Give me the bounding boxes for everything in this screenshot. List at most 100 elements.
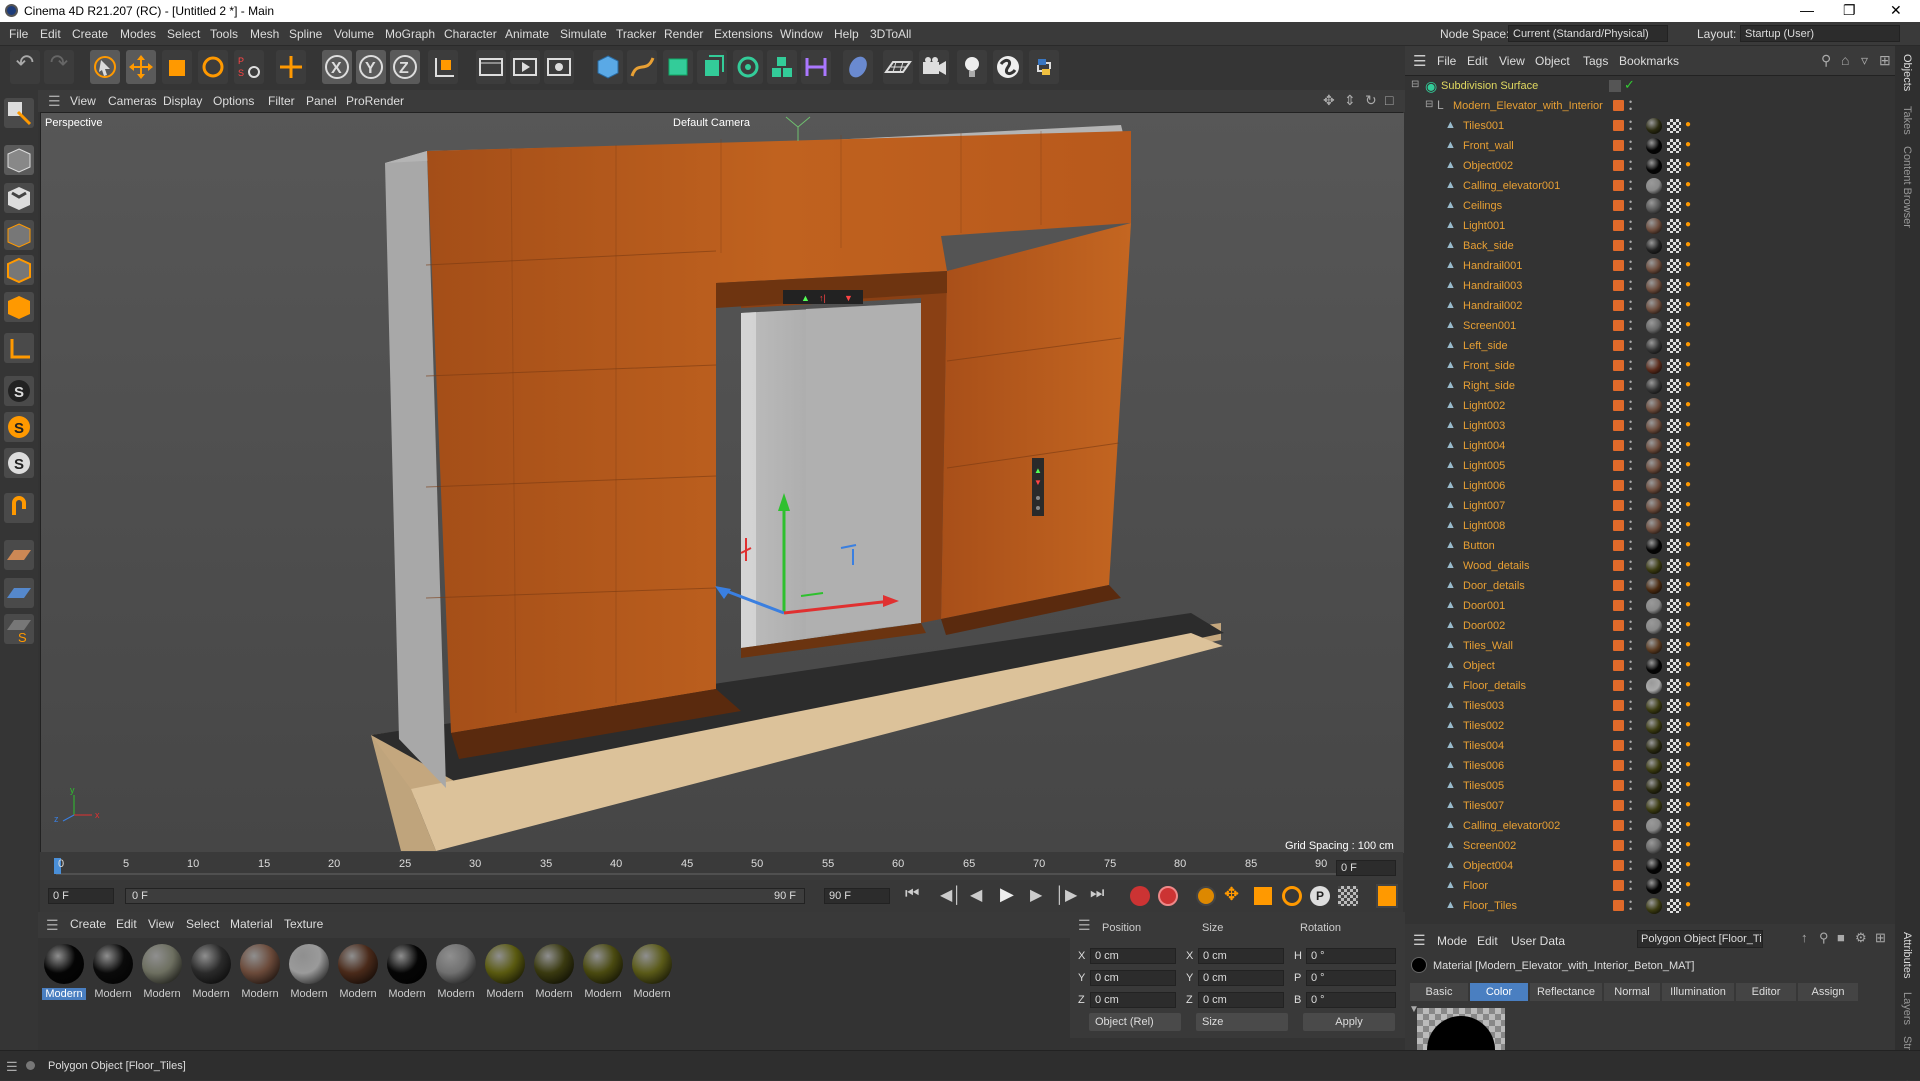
attr-search-icon[interactable]: ⚲ — [1819, 930, 1829, 946]
root-enabled-icon[interactable]: ✓ — [1624, 77, 1635, 93]
object-row[interactable]: ▲ Left_side • • ● — [1405, 336, 1895, 356]
material-swatch[interactable]: Modern — [238, 944, 282, 1006]
material-menu-material[interactable]: Material — [230, 917, 273, 931]
attr-tab-illumination[interactable]: Illumination — [1662, 983, 1734, 1001]
layer-tag[interactable] — [1613, 560, 1624, 571]
phong-tag-icon[interactable]: ● — [1685, 219, 1697, 233]
menu-animate[interactable]: Animate — [505, 27, 549, 41]
make-editable-icon[interactable] — [4, 98, 34, 128]
material-tag-icon[interactable] — [1646, 138, 1662, 154]
object-row[interactable]: ▲ Door002 • • ● — [1405, 616, 1895, 636]
layer-tag[interactable] — [1613, 840, 1624, 851]
layer-tag[interactable] — [1613, 320, 1624, 331]
object-row[interactable]: ▲ Floor • • ● — [1405, 876, 1895, 896]
key-pla-icon[interactable] — [1338, 886, 1358, 906]
visibility-dots[interactable]: • • — [1629, 218, 1635, 234]
phong-tag-icon[interactable]: ● — [1685, 399, 1697, 413]
coord-mode-select[interactable]: Object (Rel) — [1089, 1013, 1181, 1031]
rotation-field[interactable]: 0 ° — [1306, 970, 1396, 986]
material-tag-icon[interactable] — [1646, 358, 1662, 374]
layer-tag[interactable] — [1613, 620, 1624, 631]
visibility-dots[interactable]: • • — [1629, 558, 1635, 574]
cube-icon[interactable] — [593, 50, 623, 84]
menu-tools[interactable]: Tools — [210, 27, 238, 41]
z-axis-lock-icon[interactable]: Z — [390, 50, 420, 84]
layout-select[interactable]: Startup (User) — [1740, 25, 1900, 42]
phong-tag-icon[interactable]: ● — [1685, 899, 1697, 913]
uvw-tag-icon[interactable] — [1667, 259, 1681, 273]
material-tag-icon[interactable] — [1646, 118, 1662, 134]
material-tag-icon[interactable] — [1646, 318, 1662, 334]
phong-tag-icon[interactable]: ● — [1685, 799, 1697, 813]
uvw-tag-icon[interactable] — [1667, 839, 1681, 853]
material-swatch[interactable]: Modern — [385, 944, 429, 1006]
uvw-tag-icon[interactable] — [1667, 359, 1681, 373]
group-expand-icon[interactable]: ⊟ — [1425, 99, 1433, 110]
layer-tag[interactable] — [1613, 440, 1624, 451]
timeline-window-icon[interactable] — [1376, 884, 1398, 908]
object-menu-object[interactable]: Object — [1535, 54, 1570, 68]
layer-tag[interactable] — [1613, 680, 1624, 691]
phong-tag-icon[interactable]: ● — [1685, 139, 1697, 153]
phong-tag-icon[interactable]: ● — [1685, 539, 1697, 553]
uvw-tag-icon[interactable] — [1667, 339, 1681, 353]
visibility-dots[interactable]: • • — [1629, 518, 1635, 534]
object-row[interactable]: ▲ Handrail001 • • ● — [1405, 256, 1895, 276]
object-menu-tags[interactable]: Tags — [1583, 54, 1608, 68]
object-row-group[interactable]: ⊟ L Modern_Elevator_with_Interior • • — [1405, 96, 1895, 116]
phong-tag-icon[interactable]: ● — [1685, 719, 1697, 733]
uvw-tag-icon[interactable] — [1667, 299, 1681, 313]
object-row[interactable]: ▲ Light002 • • ● — [1405, 396, 1895, 416]
material-tag-icon[interactable] — [1646, 218, 1662, 234]
attr-menu-user-data[interactable]: User Data — [1511, 934, 1565, 948]
phong-tag-icon[interactable]: ● — [1685, 259, 1697, 273]
material-swatch[interactable]: Modern — [189, 944, 233, 1006]
material-swatch[interactable]: Modern — [91, 944, 135, 1006]
object-hamburger-icon[interactable]: ☰ — [1413, 52, 1426, 70]
object-row[interactable]: ▲ Back_side • • ● — [1405, 236, 1895, 256]
material-tag-icon[interactable] — [1646, 458, 1662, 474]
visibility-dots[interactable]: • • — [1629, 818, 1635, 834]
group-layer-tag[interactable] — [1613, 100, 1624, 111]
key-parameter-icon[interactable]: P — [1310, 886, 1330, 906]
visibility-dots[interactable]: • • — [1629, 838, 1635, 854]
uvw-tag-icon[interactable] — [1667, 239, 1681, 253]
node-space-select[interactable]: Current (Standard/Physical) — [1508, 25, 1668, 42]
object-row[interactable]: ▲ Door001 • • ● — [1405, 596, 1895, 616]
object-menu-file[interactable]: File — [1437, 54, 1456, 68]
object-row[interactable]: ▲ Screen002 • • ● — [1405, 836, 1895, 856]
uvw-tag-icon[interactable] — [1667, 499, 1681, 513]
material-tag-icon[interactable] — [1646, 438, 1662, 454]
phong-tag-icon[interactable]: ● — [1685, 559, 1697, 573]
material-tag-icon[interactable] — [1646, 658, 1662, 674]
visibility-dots[interactable]: • • — [1629, 658, 1635, 674]
uvw-tag-icon[interactable] — [1667, 879, 1681, 893]
material-swatch[interactable]: Modern — [42, 944, 86, 1006]
menu-edit[interactable]: Edit — [40, 27, 61, 41]
uvw-tag-icon[interactable] — [1667, 899, 1681, 913]
add-tool-icon[interactable] — [276, 50, 306, 84]
uvw-tag-icon[interactable] — [1667, 519, 1681, 533]
uvw-tag-icon[interactable] — [1667, 619, 1681, 633]
menu-modes[interactable]: Modes — [120, 27, 156, 41]
uvw-tag-icon[interactable] — [1667, 739, 1681, 753]
object-row[interactable]: ▲ Light007 • • ● — [1405, 496, 1895, 516]
object-menu-bookmarks[interactable]: Bookmarks — [1619, 54, 1679, 68]
object-row-root[interactable]: ⊟ ◉ Subdivision Surface ✓ — [1405, 76, 1895, 96]
prev-key-icon[interactable]: ◀│ — [940, 885, 962, 905]
layer-tag[interactable] — [1613, 880, 1624, 891]
menu-spline[interactable]: Spline — [289, 27, 322, 41]
phong-tag-icon[interactable]: ● — [1685, 359, 1697, 373]
uvw-tag-icon[interactable] — [1667, 679, 1681, 693]
object-row[interactable]: ▲ Handrail003 • • ● — [1405, 276, 1895, 296]
camera-icon[interactable] — [919, 50, 949, 84]
position-field[interactable]: 0 cm — [1090, 992, 1176, 1008]
scale-tool-icon[interactable] — [162, 50, 192, 84]
material-swatch[interactable]: Modern — [532, 944, 576, 1006]
object-row[interactable]: ▲ Light004 • • ● — [1405, 436, 1895, 456]
layer-tag[interactable] — [1613, 280, 1624, 291]
phong-tag-icon[interactable]: ● — [1685, 879, 1697, 893]
uvw-tag-icon[interactable] — [1667, 759, 1681, 773]
material-tag-icon[interactable] — [1646, 818, 1662, 834]
menu-tracker[interactable]: Tracker — [616, 27, 656, 41]
